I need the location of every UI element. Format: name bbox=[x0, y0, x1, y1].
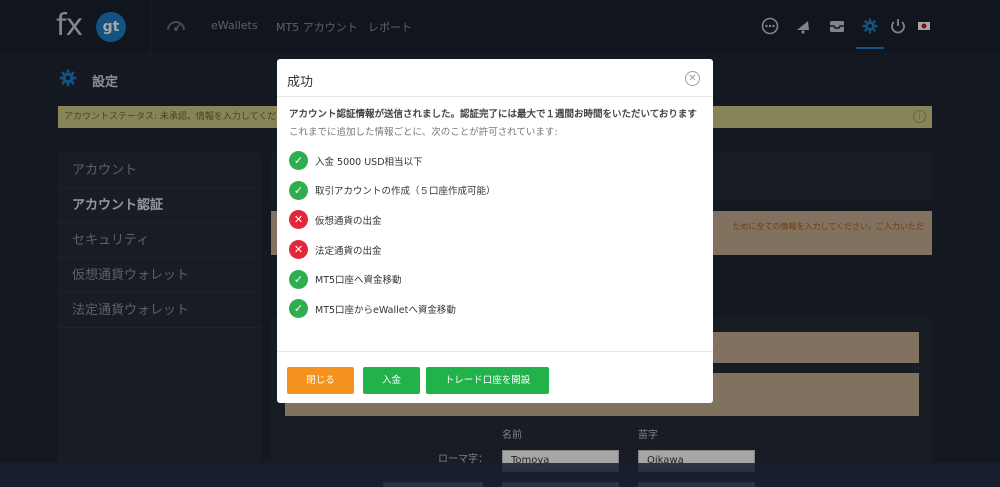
permission-label: 仮想通貨の出金 bbox=[315, 215, 382, 227]
modal-title: 成功 bbox=[287, 75, 314, 90]
permission-item: ✕ 法定通貨の出金 bbox=[289, 235, 701, 265]
cross-icon: ✕ bbox=[289, 240, 308, 260]
open-trade-account-button[interactable]: トレード口座を開設 bbox=[426, 367, 549, 394]
permission-label: MT5口座へ資金移動 bbox=[315, 275, 402, 287]
permission-label: MT5口座からeWalletへ資金移動 bbox=[315, 304, 456, 316]
check-icon: ✓ bbox=[289, 180, 308, 200]
modal-body: アカウント認証情報が送信されました。認証完了には最大で１週間お時間をいただいてお… bbox=[277, 97, 713, 324]
permission-item: ✓ MT5口座からeWalletへ資金移動 bbox=[289, 294, 701, 324]
check-icon: ✓ bbox=[289, 299, 308, 319]
modal-message: アカウント認証情報が送信されました。認証完了には最大で１週間お時間をいただいてお… bbox=[289, 109, 697, 120]
permission-label: 入金 5000 USD相当以下 bbox=[315, 156, 423, 168]
modal-header: 成功 bbox=[277, 59, 713, 97]
close-icon[interactable]: ✕ bbox=[685, 71, 700, 86]
cross-icon: ✕ bbox=[289, 210, 308, 230]
deposit-button[interactable]: 入金 bbox=[363, 367, 420, 394]
permission-item: ✓ MT5口座へ資金移動 bbox=[289, 264, 701, 294]
check-icon: ✓ bbox=[289, 269, 308, 289]
permission-label: 法定通貨の出金 bbox=[315, 245, 382, 257]
success-modal: 成功 ✕ アカウント認証情報が送信されました。認証完了には最大で１週間お時間をい… bbox=[277, 59, 713, 403]
permission-item: ✕ 仮想通貨の出金 bbox=[289, 205, 701, 235]
modal-subtitle: これまでに追加した情報ごとに、次のことが許可されています: bbox=[289, 127, 558, 138]
check-icon: ✓ bbox=[289, 151, 308, 171]
permission-item: ✓ 入金 5000 USD相当以下 bbox=[289, 146, 701, 176]
close-button[interactable]: 閉じる bbox=[287, 367, 354, 394]
permission-item: ✓ 取引アカウントの作成（５口座作成可能） bbox=[289, 176, 701, 206]
permission-label: 取引アカウントの作成（５口座作成可能） bbox=[315, 186, 496, 198]
